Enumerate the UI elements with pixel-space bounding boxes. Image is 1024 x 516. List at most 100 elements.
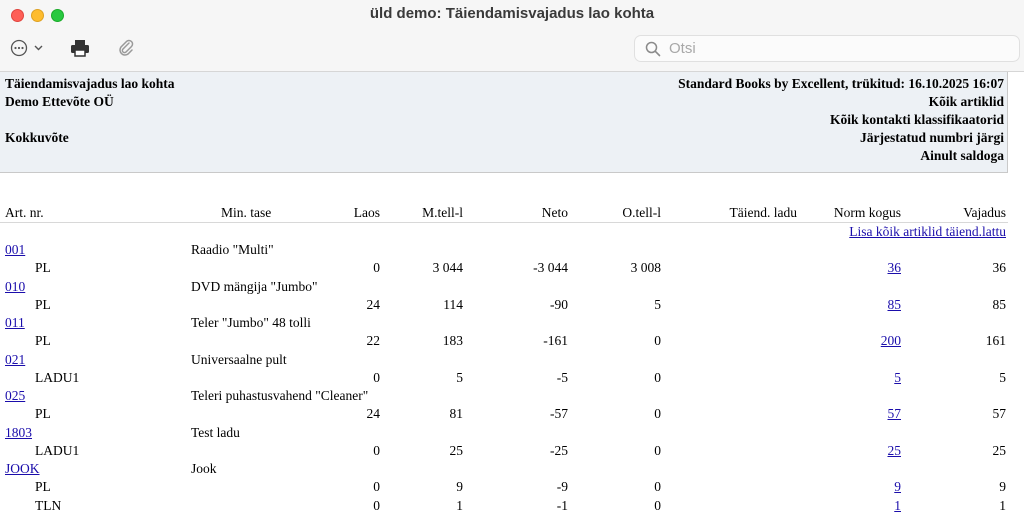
- column-header-row: Art. nr. Min. tase Laos M.tell-l Neto O.…: [0, 204, 1024, 222]
- paperclip-icon: [119, 39, 134, 56]
- neto-value: -9: [556, 479, 568, 495]
- warehouse-row: PL 24 114 -90 5 85 85: [0, 296, 1024, 314]
- warehouse-code: LADU1: [35, 369, 80, 385]
- otell-value: 0: [654, 406, 661, 422]
- article-row: JOOK Jook: [0, 460, 1024, 478]
- warehouse-row: PL 24 81 -57 0 57 57: [0, 405, 1024, 423]
- article-name: DVD mängija "Jumbo": [191, 278, 318, 294]
- attach-button[interactable]: [112, 36, 140, 60]
- norm-kogus-link[interactable]: 57: [888, 405, 902, 423]
- warehouse-code: LADU1: [35, 442, 80, 458]
- article-name: Universaalne pult: [191, 351, 287, 367]
- search-field[interactable]: [634, 35, 1020, 62]
- article-name: Jook: [191, 461, 217, 476]
- print-button[interactable]: [66, 36, 94, 60]
- add-all-link[interactable]: Lisa kõik artiklid täiend.lattu: [849, 223, 1006, 241]
- otell-value: 5: [654, 296, 661, 312]
- laos-value: 24: [366, 296, 381, 312]
- article-row: 021 Universaalne pult: [0, 351, 1024, 369]
- printer-icon: [71, 40, 89, 57]
- article-code-link[interactable]: 010: [5, 278, 25, 296]
- report-mode: Kokkuvõte: [5, 130, 69, 145]
- article-code-link[interactable]: JOOK: [5, 460, 40, 478]
- mtell-value: 3 044: [432, 260, 463, 276]
- warehouse-code: TLN: [35, 497, 62, 513]
- warehouse-code: PL: [35, 333, 51, 349]
- report-body: Art. nr. Min. tase Laos M.tell-l Neto O.…: [0, 174, 1024, 516]
- vajadus-value: 5: [999, 369, 1006, 385]
- article-row: 025 Teleri puhastusvahend "Cleaner": [0, 387, 1024, 405]
- laos-value: 22: [366, 333, 381, 349]
- norm-kogus-link[interactable]: 85: [888, 296, 902, 314]
- article-row: 001 Raadio "Multi": [0, 241, 1024, 259]
- article-code-link[interactable]: 025: [5, 387, 25, 405]
- norm-kogus-link[interactable]: 5: [894, 369, 901, 387]
- col-otell: O.tell-l: [622, 205, 661, 220]
- vajadus-value: 1: [999, 497, 1006, 513]
- norm-kogus-link[interactable]: 200: [881, 332, 901, 350]
- more-actions-button[interactable]: [9, 36, 47, 60]
- warehouse-row: LADU1 0 25 -25 0 25 25: [0, 442, 1024, 460]
- mtell-value: 183: [442, 333, 463, 349]
- warehouse-row: PL 0 3 044 -3 044 3 008 36 36: [0, 259, 1024, 277]
- window-title: üld demo: Täiendamisvajadus lao kohta: [369, 5, 655, 22]
- filter-classifiers: Kõik kontakti klassifikaatorid: [829, 112, 1004, 127]
- neto-value: -25: [550, 442, 568, 458]
- vajadus-value: 85: [992, 296, 1007, 312]
- article-name: Teler "Jumbo" 48 tolli: [191, 315, 311, 330]
- search-input[interactable]: [667, 39, 1001, 58]
- col-taiend-ladu: Täiend. ladu: [729, 205, 797, 220]
- norm-kogus-link[interactable]: 36: [888, 259, 902, 277]
- neto-value: -90: [550, 296, 568, 312]
- laos-value: 0: [373, 260, 380, 276]
- article-name: Teleri puhastusvahend "Cleaner": [191, 388, 369, 403]
- neto-value: -57: [550, 406, 568, 422]
- warehouse-code: PL: [35, 260, 51, 276]
- col-laos: Laos: [353, 205, 380, 220]
- article-code-link[interactable]: 001: [5, 241, 25, 259]
- laos-value: 0: [373, 442, 380, 458]
- otell-value: 0: [654, 333, 661, 349]
- article-code-link[interactable]: 011: [5, 314, 25, 332]
- mtell-value: 9: [456, 479, 463, 495]
- neto-value: -161: [543, 333, 568, 349]
- mtell-value: 81: [449, 406, 464, 422]
- warehouse-row: LADU1 0 5 -5 0 5 5: [0, 369, 1024, 387]
- article-name: Test ladu: [191, 424, 240, 440]
- warehouse-row: PL 22 183 -161 0 200 161: [0, 332, 1024, 350]
- article-row: 1803 Test ladu: [0, 424, 1024, 442]
- norm-kogus-link[interactable]: 1: [894, 497, 901, 515]
- article-code-link[interactable]: 021: [5, 351, 25, 369]
- warehouse-row: PL 0 9 -9 0 9 9: [0, 478, 1024, 496]
- neto-value: -3 044: [533, 260, 568, 276]
- col-norm-kogus: Norm kogus: [833, 205, 901, 220]
- norm-kogus-link[interactable]: 9: [894, 478, 901, 496]
- otell-value: 0: [654, 369, 661, 385]
- sort-order: Järjestatud numbri järgi: [860, 130, 1004, 145]
- report-title: Täiendamisvajadus lao kohta: [5, 76, 175, 91]
- filter-articles: Kõik artiklid: [928, 94, 1004, 109]
- mtell-value: 5: [456, 369, 463, 385]
- search-icon: [645, 41, 661, 56]
- article-row: 010 DVD mängija "Jumbo": [0, 278, 1024, 296]
- vajadus-value: 161: [985, 333, 1006, 349]
- otell-value: 0: [654, 497, 661, 513]
- norm-kogus-link[interactable]: 25: [888, 442, 902, 460]
- vajadus-value: 57: [992, 406, 1007, 422]
- col-mtell: M.tell-l: [422, 205, 463, 220]
- vajadus-value: 36: [992, 260, 1007, 276]
- warehouse-code: PL: [35, 479, 51, 495]
- otell-value: 0: [654, 479, 661, 495]
- ellipsis-circle-icon: [10, 39, 43, 57]
- article-code-link[interactable]: 1803: [5, 424, 32, 442]
- otell-value: 0: [654, 442, 661, 458]
- article-name: Raadio "Multi": [191, 242, 274, 257]
- col-min-tase: Min. tase: [221, 205, 272, 220]
- mtell-value: 1: [456, 497, 463, 513]
- mtell-value: 114: [443, 296, 463, 312]
- scrollbar-gutter: [1008, 72, 1024, 173]
- laos-value: 0: [373, 497, 380, 513]
- window-titlebar: üld demo: Täiendamisvajadus lao kohta: [0, 0, 1024, 72]
- mtell-value: 25: [449, 442, 464, 458]
- add-all-row: Lisa kõik artiklid täiend.lattu: [0, 223, 1024, 241]
